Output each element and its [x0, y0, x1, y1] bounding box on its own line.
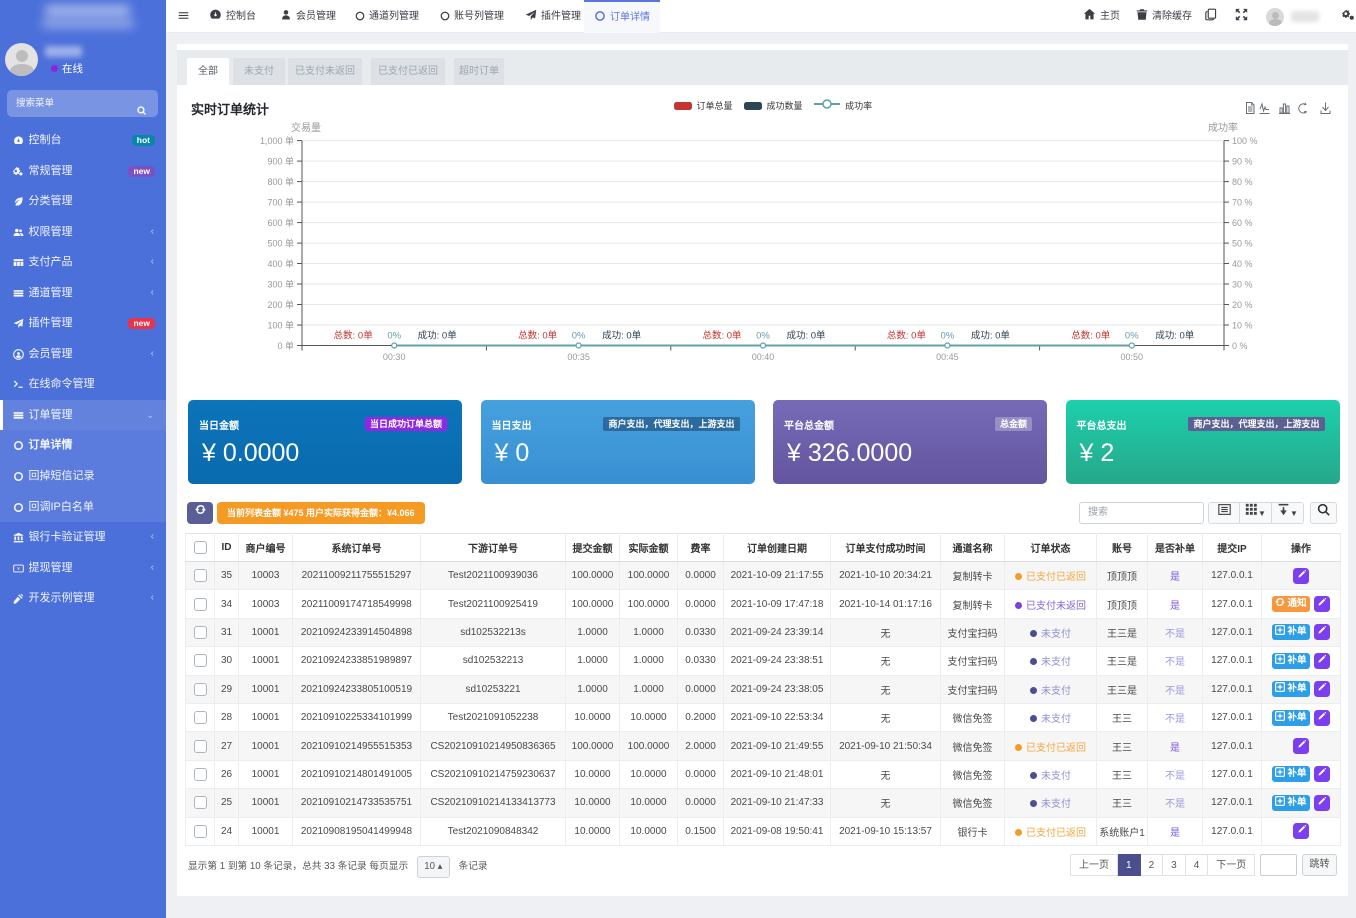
svg-text:总数: 0单: 总数: 0单: [518, 330, 558, 342]
svg-text:30 %: 30 %: [1232, 280, 1253, 290]
svg-text:成功率: 成功率: [1208, 121, 1238, 134]
svg-text:¥: ¥: [17, 566, 20, 571]
svg-text:0%: 0%: [1125, 331, 1139, 342]
svg-text:1,000 单: 1,000 单: [260, 135, 294, 146]
svg-text:0%: 0%: [387, 331, 401, 342]
svg-text:800 单: 800 单: [267, 176, 294, 187]
svg-text:总数: 0单: 总数: 0单: [1071, 330, 1111, 342]
svg-text:400 单: 400 单: [267, 258, 294, 269]
svg-text:00:45: 00:45: [936, 352, 959, 362]
svg-text:00:40: 00:40: [752, 352, 775, 362]
svg-text:80 %: 80 %: [1232, 177, 1253, 187]
svg-text:90 %: 90 %: [1232, 157, 1253, 167]
svg-text:300 单: 300 单: [267, 279, 294, 290]
svg-text:成功: 0单: 成功: 0单: [602, 330, 642, 342]
svg-text:500 单: 500 单: [267, 238, 294, 249]
svg-text:0%: 0%: [572, 331, 586, 342]
svg-text:0 %: 0 %: [1232, 341, 1248, 351]
svg-text:100 单: 100 单: [267, 320, 294, 331]
svg-text:40 %: 40 %: [1232, 259, 1253, 269]
svg-text:成功: 0单: 成功: 0单: [786, 330, 826, 342]
svg-text:00:50: 00:50: [1121, 352, 1144, 362]
svg-text:70 %: 70 %: [1232, 198, 1253, 208]
svg-text:总数: 0单: 总数: 0单: [334, 330, 374, 342]
svg-text:100 %: 100 %: [1232, 136, 1258, 146]
svg-text:10 %: 10 %: [1232, 321, 1253, 331]
svg-text:00:35: 00:35: [567, 352, 590, 362]
svg-text:600 单: 600 单: [267, 217, 294, 228]
svg-text:50 %: 50 %: [1232, 239, 1253, 249]
svg-text:总数: 0单: 总数: 0单: [887, 330, 927, 342]
svg-text:总数: 0单: 总数: 0单: [702, 330, 742, 342]
svg-text:20 %: 20 %: [1232, 300, 1253, 310]
svg-text:0 单: 0 单: [277, 340, 294, 351]
svg-text:700 单: 700 单: [267, 197, 294, 208]
svg-text:900 单: 900 单: [267, 156, 294, 167]
svg-text:0%: 0%: [941, 331, 955, 342]
svg-text:交易量: 交易量: [291, 121, 321, 134]
svg-text:成功: 0单: 成功: 0单: [1155, 330, 1195, 342]
svg-text:成功: 0单: 成功: 0单: [418, 330, 458, 342]
svg-text:60 %: 60 %: [1232, 218, 1253, 228]
svg-text:200 单: 200 单: [267, 299, 294, 310]
svg-text:00:30: 00:30: [383, 352, 406, 362]
svg-text:0%: 0%: [756, 331, 770, 342]
svg-text:成功: 0单: 成功: 0单: [971, 330, 1011, 342]
